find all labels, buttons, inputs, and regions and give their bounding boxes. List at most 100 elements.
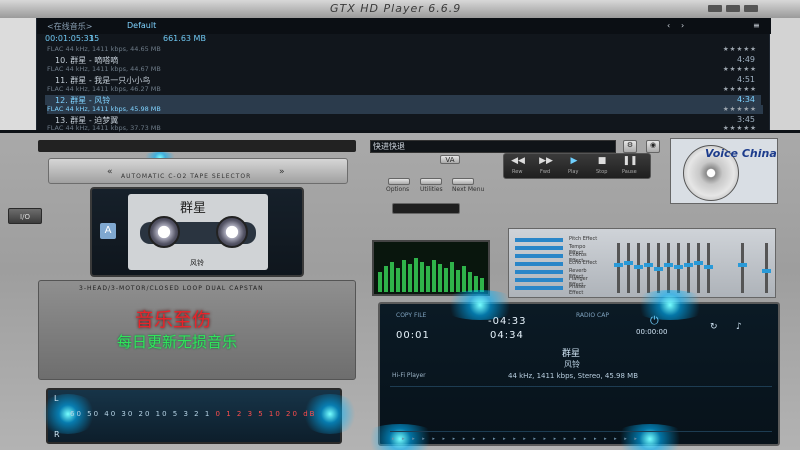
- cassette-bottom-label: 风铃: [190, 259, 204, 267]
- eq-row[interactable]: Echo Effect: [515, 260, 601, 267]
- spectrum-analyzer: [372, 240, 490, 296]
- chevron-right-icon[interactable]: ›: [681, 21, 684, 30]
- stop-label: Stop: [596, 169, 608, 175]
- rewind-icon[interactable]: «: [107, 167, 113, 177]
- tab-online-music[interactable]: <在线音乐>: [47, 21, 92, 32]
- track-format: FLAC 44 kHz, 1411 kbps, 44.67 MB: [47, 65, 161, 73]
- eq-row[interactable]: Flanger Effect: [515, 276, 601, 288]
- eq-row[interactable]: Phaser Effect: [515, 284, 601, 296]
- cassette-tape: 群星 风铃 A: [90, 187, 304, 277]
- lcd-display: COPY FILE RADIO CAP -04:33 00:01 04:34 0…: [360, 290, 780, 450]
- fast-forward-icon[interactable]: »: [279, 167, 285, 177]
- rating-stars[interactable]: ★★★★★: [723, 85, 757, 93]
- maximize-button[interactable]: [726, 5, 740, 12]
- eq-slider[interactable]: [634, 243, 643, 293]
- rating-stars[interactable]: ★★★★★: [723, 124, 757, 132]
- power-icon[interactable]: ⏻: [650, 314, 659, 328]
- eq-slider[interactable]: [684, 243, 693, 293]
- options-icon[interactable]: ◉: [646, 140, 660, 153]
- play-label: Play: [568, 169, 579, 175]
- watermark-title: 音乐至伤: [135, 309, 212, 331]
- artist-name: 群星: [562, 349, 581, 359]
- vu-scale: 60 50 40 30 20 10 5 3 2 1 0 1 2 3 5 10 2…: [70, 410, 317, 418]
- fwd-label: Fwd: [540, 169, 551, 175]
- tab-default[interactable]: Default: [127, 21, 156, 30]
- repeat-icon[interactable]: ↻: [710, 322, 718, 332]
- playlist-panel: <在线音乐> Default ‹ › ≡ 00:01:05:33 15 661.…: [36, 18, 771, 132]
- rating-stars[interactable]: ★★★★★: [723, 105, 757, 113]
- vu-meter: L R 60 50 40 30 20 10 5 3 2 1 0 1 2 3 5 …: [38, 388, 360, 444]
- track-count: 15: [89, 34, 100, 43]
- track-format: FLAC 44 kHz, 1411 kbps, 46.27 MB: [47, 85, 161, 93]
- track-duration: 4:49: [737, 55, 755, 64]
- eq-row[interactable]: Pitch Effect: [515, 236, 601, 243]
- cassette-label: 群星 风铃: [128, 194, 268, 270]
- track-format: FLAC 44 kHz, 1411 kbps, 44.65 MB: [47, 45, 161, 53]
- tape-mechanism: 3-HEAD/3-MOTOR/CLOSED LOOP DUAL CAPSTAN …: [38, 280, 356, 380]
- watermark-subtitle: 每日更新无损音乐: [117, 333, 238, 351]
- tape-selector-plate: « » AUTOMATIC C-O2 TAPE SELECTOR: [48, 158, 348, 184]
- track-details: FLAC 44 kHz, 1411 kbps, 46.27 MB ★★★★★: [47, 85, 763, 94]
- tape-side-label: A: [100, 223, 116, 239]
- settings-icon[interactable]: ⚙: [623, 140, 637, 153]
- options-button[interactable]: [388, 178, 410, 185]
- eq-slider[interactable]: [614, 243, 623, 293]
- chevron-left-icon[interactable]: ‹: [667, 21, 670, 30]
- channel-right-label: R: [54, 430, 60, 439]
- eq-slider[interactable]: [738, 243, 747, 293]
- play-button[interactable]: ▶: [566, 156, 582, 168]
- right-reel: [216, 216, 248, 248]
- playlist-row[interactable]: 11. 群星 - 我是一只小小鸟 4:51: [45, 75, 761, 85]
- left-reel: [148, 216, 180, 248]
- track-format: FLAC 44 kHz, 1411 kbps, 45.98 MB: [47, 105, 161, 113]
- eq-row[interactable]: Tempo Effect: [515, 244, 601, 256]
- stop-button[interactable]: ■: [594, 156, 610, 168]
- playlist-row[interactable]: 10. 群星 - 嘀嗒嘀 4:49: [45, 55, 761, 65]
- cassette-title: 群星: [180, 201, 207, 216]
- channel-left-label: L: [54, 394, 59, 403]
- eq-slider[interactable]: [654, 243, 663, 293]
- track-duration: 4:34: [737, 95, 755, 104]
- remaining-time: -04:33: [488, 316, 527, 327]
- mechanism-label: 3-HEAD/3-MOTOR/CLOSED LOOP DUAL CAPSTAN: [79, 285, 264, 292]
- eq-slider[interactable]: [674, 243, 683, 293]
- next-menu-button[interactable]: [452, 178, 474, 185]
- window-title: GTX HD Player 6.6.9: [330, 2, 462, 15]
- minimize-button[interactable]: [708, 5, 722, 12]
- eq-slider[interactable]: [704, 243, 713, 293]
- fast-forward-button[interactable]: ▶▶: [538, 156, 554, 168]
- eq-slider[interactable]: [664, 243, 673, 293]
- player-window: GTX HD Player 6.6.9 <在线音乐> Default ‹ › ≡…: [0, 0, 800, 450]
- va-button[interactable]: VA: [440, 155, 460, 164]
- utilities-button[interactable]: [420, 178, 442, 185]
- utilities-label: Utilities: [420, 186, 443, 193]
- playlist-row-selected[interactable]: 12. 群星 - 风铃 4:34: [45, 95, 761, 105]
- pause-button[interactable]: ❚❚: [622, 156, 638, 168]
- eq-row[interactable]: Reverb Effect: [515, 268, 601, 280]
- elapsed-time: 04:34: [490, 330, 524, 341]
- playlist-tabs: <在线音乐> Default ‹ › ≡: [37, 18, 771, 34]
- rewind-button[interactable]: ◀◀: [510, 156, 526, 168]
- rating-stars[interactable]: ★★★★★: [723, 65, 757, 73]
- close-button[interactable]: [744, 5, 758, 12]
- tape-slot: [38, 140, 356, 152]
- hifi-label: Hi-Fi Player: [392, 372, 426, 379]
- track-details: FLAC 44 kHz, 1411 kbps, 44.65 MB ★★★★★: [47, 45, 763, 54]
- eq-slider[interactable]: [644, 243, 653, 293]
- rew-label: Rew: [512, 169, 523, 175]
- waveform-ticks: ▸ ▸ ▸ ▸ ▸ ▸ ▸ ▸ ▸ ▸ ▸ ▸ ▸ ▸ ▸ ▸ ▸ ▸ ▸ ▸ …: [392, 436, 640, 442]
- eq-slider[interactable]: [762, 243, 771, 293]
- speaker-icon[interactable]: ♪: [736, 322, 742, 332]
- track-format: FLAC 44 kHz, 1411 kbps, 37.73 MB: [47, 124, 161, 132]
- power-button[interactable]: I/O: [8, 208, 42, 224]
- options-label: Options: [386, 186, 410, 193]
- eq-row[interactable]: Chorus Effect: [515, 252, 601, 264]
- total-size: 661.63 MB: [163, 34, 206, 43]
- radio-cap-label: RADIO CAP: [576, 312, 609, 319]
- eq-slider[interactable]: [624, 243, 633, 293]
- rating-stars[interactable]: ★★★★★: [723, 45, 757, 53]
- playlist-menu-icon[interactable]: ≡: [753, 21, 760, 30]
- cassette-deck: « » AUTOMATIC C-O2 TAPE SELECTOR 群星 风铃 A…: [38, 140, 356, 390]
- time-small: 00:01: [396, 330, 430, 341]
- eq-slider[interactable]: [694, 243, 703, 293]
